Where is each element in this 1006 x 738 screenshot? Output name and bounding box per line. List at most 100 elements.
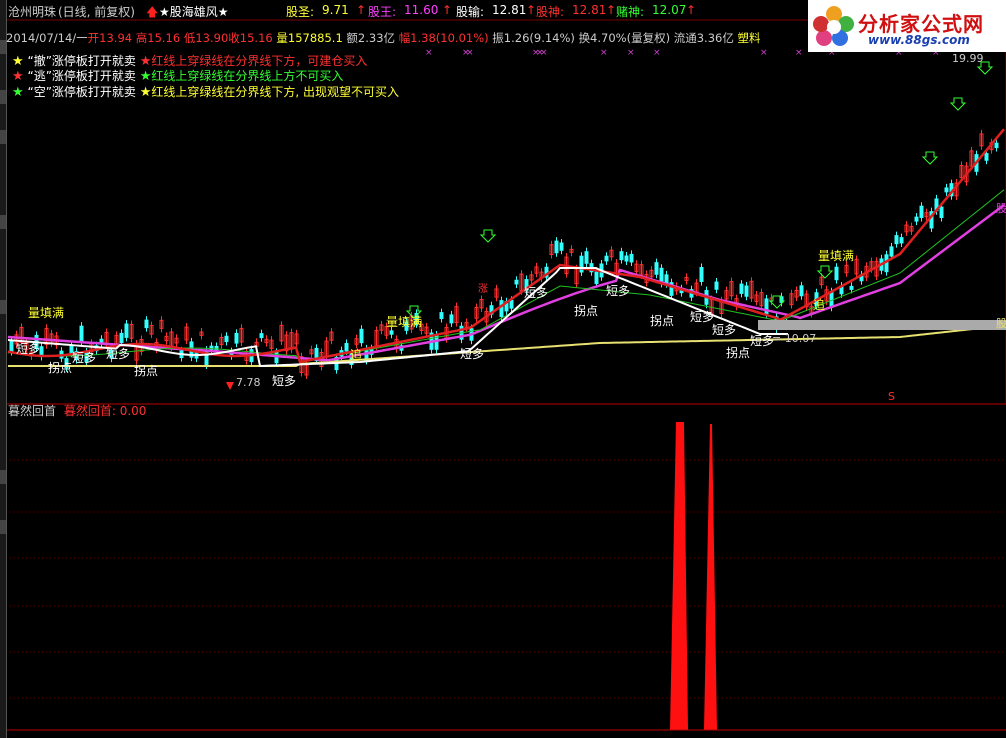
- candle-body: [584, 251, 589, 264]
- quote-info-bar: 2014/07/14/一开13.94 高15.16 低13.90收15.16 量…: [6, 30, 761, 46]
- sub-panel-grid: [6, 459, 1006, 699]
- toolbar-tab[interactable]: [0, 300, 6, 314]
- legend-text: 红线上穿绿线在分界线上方不可买入: [151, 69, 344, 83]
- dushen-label: 赌神:: [616, 5, 645, 19]
- flower-logo-icon: [813, 6, 854, 46]
- sector-value: 塑料: [737, 31, 761, 45]
- candle-body: [9, 340, 14, 352]
- open-label: 开: [87, 31, 100, 45]
- period-label: (日线, 前复权): [58, 5, 135, 19]
- candle-body: [259, 333, 264, 339]
- legend-row-3: ★ “空”涨停板打开就卖 ★红线上穿绿线在分界线下方, 出现观望不可买入: [12, 83, 399, 100]
- annot-duanduo: 短多: [606, 284, 631, 298]
- grey-band: [758, 320, 1006, 330]
- sub-bar-2: [704, 424, 717, 730]
- change-value: 幅1.38(10.01%): [398, 31, 489, 45]
- candle-body: [994, 142, 999, 149]
- x-marker: ×: [600, 48, 608, 58]
- gusheng-label: 股圣:: [286, 5, 315, 19]
- sub-panel-value: 0.00: [119, 404, 147, 418]
- legend-row-2: ★ “逃”涨停板打开就卖 ★红线上穿绿线在分界线上方不可买入: [12, 67, 343, 84]
- legend-text: 红线上穿绿线在分界线下方，可建仓买入: [151, 54, 368, 68]
- toolbar-tab[interactable]: [0, 130, 6, 144]
- green-arrow-markers: [226, 61, 994, 390]
- candle-body: [144, 319, 149, 329]
- close-value: 15.16: [239, 31, 273, 45]
- low-label: 低: [183, 31, 196, 45]
- toolbar-tab[interactable]: [0, 520, 6, 534]
- annot-duanduo: 短多: [750, 334, 775, 348]
- candle-body: [449, 314, 454, 324]
- candle-body: [919, 205, 924, 218]
- annot-duanduo: 短多: [690, 310, 715, 324]
- volume-value: 量157885.1: [276, 31, 343, 45]
- x-marker: ×: [795, 48, 803, 58]
- annot-duanduo: 短多: [712, 323, 737, 337]
- candle-body: [344, 343, 349, 352]
- right-edge-tag: 股: [996, 317, 1006, 330]
- annot-duanduo: 短多: [460, 347, 485, 361]
- gushu-label: 股输:: [456, 5, 485, 19]
- candle-body: [559, 242, 564, 251]
- down-arrow-icon: [949, 97, 967, 111]
- candle-body: [514, 279, 519, 285]
- guwang-value: 11.60: [404, 3, 439, 17]
- legend-text: “空”涨停板打开就卖: [27, 85, 136, 99]
- toolbar-tab[interactable]: [0, 90, 6, 104]
- open-value: 13.94: [99, 31, 133, 45]
- candle-body: [624, 255, 629, 262]
- legend-text: “逃”涨停板打开就卖: [27, 69, 136, 83]
- candle-body: [849, 285, 854, 290]
- candle-body: [389, 330, 394, 335]
- annot-guaidian: 拐点: [726, 346, 751, 360]
- sub-panel-label: 暮然回首:: [63, 404, 116, 418]
- candle-body: [509, 299, 514, 309]
- x-marker: ×: [466, 48, 474, 58]
- candle-body: [744, 285, 749, 297]
- down-arrow-icon: [479, 229, 497, 243]
- price-high-label: 19.99: [952, 52, 984, 65]
- gushen-arrow: ↑: [606, 3, 617, 17]
- dushen-value: 12.07: [652, 3, 687, 17]
- green-ma-line: [7, 189, 1005, 363]
- star-icon: ★: [139, 69, 152, 84]
- candle-body: [714, 281, 719, 290]
- price-low-label: 7.78: [236, 376, 261, 389]
- candle-body: [799, 285, 804, 297]
- dushen-arrow: ↑: [686, 3, 697, 17]
- annot-duanduo: 短多: [16, 342, 41, 356]
- candle-body: [604, 255, 609, 262]
- annot-zhui: 追: [813, 298, 826, 312]
- star-icon: ★: [139, 85, 152, 100]
- x-marker: ×: [540, 48, 548, 58]
- gusheng-value: 9.71: [322, 3, 349, 17]
- close-label: 收: [228, 31, 240, 45]
- candle-body: [899, 237, 904, 244]
- candle-body: [224, 335, 229, 343]
- candle-body: [944, 187, 949, 193]
- amount-value: 额2.33亿: [346, 31, 396, 45]
- annot-guaidian: 拐点: [134, 364, 159, 378]
- gushen-value: 12.81: [572, 3, 607, 17]
- candle-body: [619, 251, 624, 261]
- left-toolbar[interactable]: [0, 0, 7, 738]
- formula-name[interactable]: ★股海雄风★: [159, 3, 229, 20]
- low-value: 13.90: [195, 31, 229, 45]
- turnover-value: 换4.70%(量复权): [578, 31, 671, 45]
- price-mid-label: = 10.07: [772, 332, 817, 345]
- gushu-arrow: ↑: [526, 3, 537, 17]
- star-icon: ★: [12, 69, 24, 84]
- annot-guaidian: 拐点: [48, 361, 73, 375]
- annot-guaidian: 拐点: [650, 314, 675, 328]
- annot-duanduo: 短多: [272, 374, 297, 388]
- annot-guaidian: 拐点: [574, 304, 599, 318]
- candle-body: [79, 325, 84, 343]
- sub-panel-header: 暮然回首 暮然回首: 0.00: [8, 402, 146, 419]
- annot-s-mark: S: [888, 390, 895, 403]
- x-marker: ×: [653, 48, 661, 58]
- toolbar-tab[interactable]: [0, 470, 6, 484]
- candle-body: [594, 271, 599, 285]
- candle-body: [894, 235, 899, 245]
- star-icon: ★: [12, 85, 24, 100]
- toolbar-tab[interactable]: [0, 215, 6, 229]
